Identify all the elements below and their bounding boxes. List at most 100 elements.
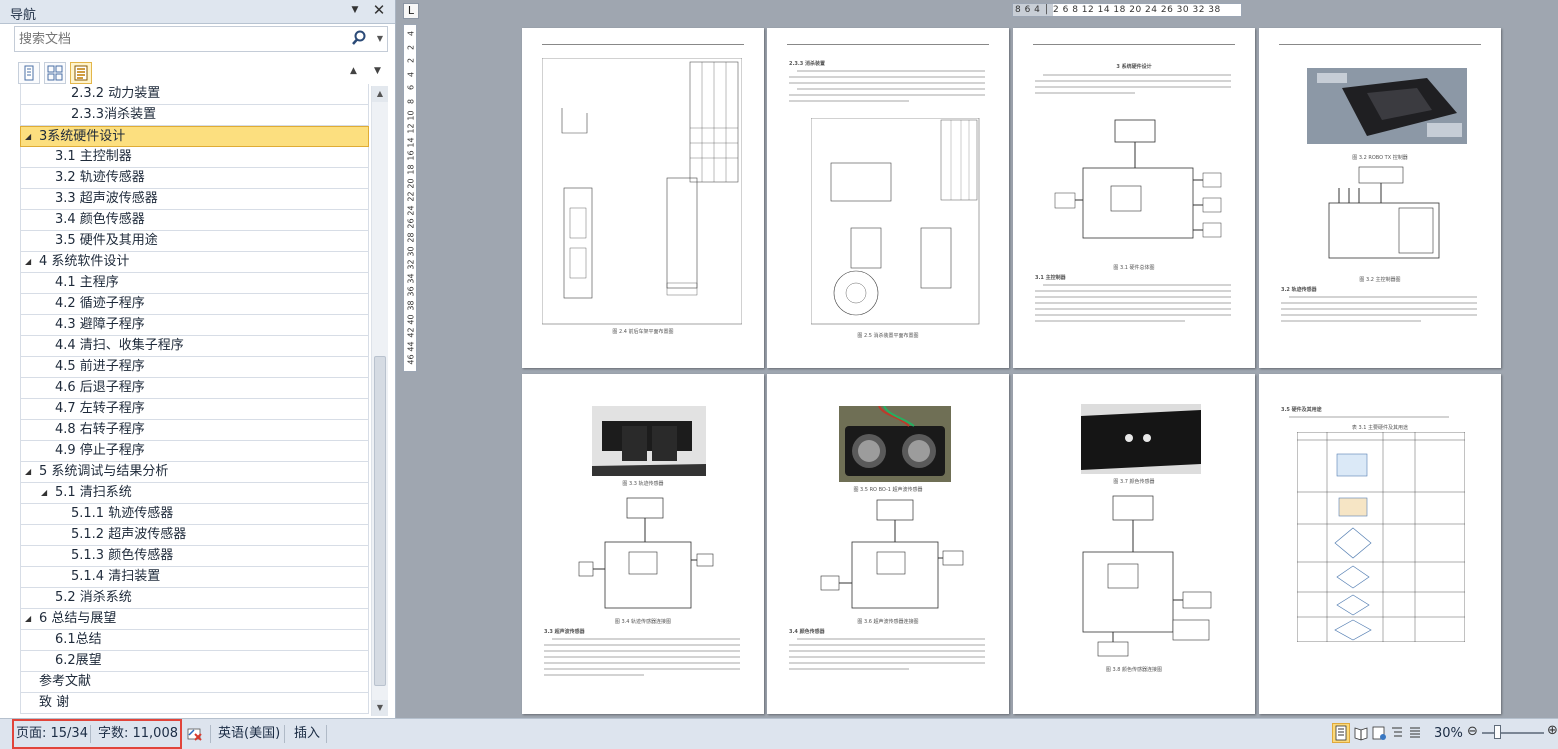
toc-item[interactable]: 3.4 颜色传感器 [20, 210, 369, 231]
page-thumbnail[interactable]: 图 3.7 颜色传感器 图 3.8 颜色传感器连接图 [1013, 374, 1255, 714]
zoom-out-icon[interactable]: ⊖ [1467, 724, 1478, 739]
zoom-slider-thumb[interactable] [1494, 725, 1501, 739]
engineering-drawing [542, 58, 742, 325]
language-indicator[interactable]: 英语(美国) [218, 724, 280, 744]
outline-view-icon [1392, 727, 1402, 737]
print-layout-view-button[interactable] [1332, 723, 1350, 743]
toc-item[interactable]: 4.2 循迹子程序 [20, 294, 369, 315]
proofing-error-icon[interactable] [186, 725, 204, 743]
zoom-slider-track[interactable] [1482, 732, 1544, 734]
toc-item[interactable]: 5.1.4 清扫装置 [20, 567, 369, 588]
status-bar: 页面: 15/34 字数: 11,008 英语(美国) 插入 30% ⊖ ⊕ [0, 718, 1558, 749]
toc-item[interactable]: 4.9 停止子程序 [20, 441, 369, 462]
page-thumbnail[interactable]: 图 3.3 轨迹传感器 图 3.4 轨迹传感器连接图 3.3 超声波传感器 [522, 374, 764, 714]
next-heading-icon[interactable]: ▼ [374, 66, 381, 76]
ruler-tick: 40 [406, 314, 416, 325]
toc-item-label: 6.1总结 [55, 632, 102, 647]
toc-item[interactable]: 5.1.1 轨迹传感器 [20, 504, 369, 525]
ruler-tick: 10 [406, 110, 416, 121]
web-layout-button[interactable] [1370, 723, 1388, 743]
toc-item[interactable]: 5.2 消杀系统 [20, 588, 369, 609]
page-thumbnail[interactable]: 3.5 硬件及其用途 表 3.1 主要硬件及其用途 [1259, 374, 1501, 714]
toc-item[interactable]: 4.3 避障子程序 [20, 315, 369, 336]
toc-item-label: 3.3 超声波传感器 [55, 191, 158, 206]
zoom-level[interactable]: 30% [1434, 724, 1463, 744]
wiring-diagram [1054, 119, 1222, 239]
figure-caption: 图 3.2 主控制器图 [1359, 277, 1401, 283]
toc-item-label: 3.2 轨迹传感器 [55, 170, 145, 185]
toc-item[interactable]: 4.7 左转子程序 [20, 399, 369, 420]
toc-item[interactable]: ◢ 3系统硬件设计 [20, 126, 369, 147]
collapse-triangle-icon[interactable]: ◢ [25, 462, 31, 482]
toc-item[interactable]: ◢ 5 系统调试与结果分析 [20, 462, 369, 483]
section-subheading: 3.4 颜色传感器 [789, 629, 825, 635]
toc-item[interactable]: ◢ 5.1 清扫系统 [20, 483, 369, 504]
toc-item-label: 5 系统调试与结果分析 [39, 464, 169, 479]
ruler-tick: 36 [406, 286, 416, 297]
previous-heading-icon[interactable]: ▲ [350, 66, 357, 76]
toc-item[interactable]: 3.3 超声波传感器 [20, 189, 369, 210]
outline-view-button[interactable] [1388, 723, 1406, 743]
figure-caption: 图 2.5 消杀装置平面布置图 [857, 333, 919, 339]
toc-item[interactable]: 2.3.2 动力装置 [20, 84, 369, 105]
toc-item[interactable]: 4.1 主程序 [20, 273, 369, 294]
toc-item[interactable]: 3.5 硬件及其用途 [20, 231, 369, 252]
page-thumbnail[interactable]: 图 3.5 RO BO-1 超声波传感器 图 3.6 超声波传感器连接图 3.4… [767, 374, 1009, 714]
toc-item[interactable]: 5.1.2 超声波传感器 [20, 525, 369, 546]
document-area[interactable]: 图 2.4 前后车架平面布置图 2.3.3 消杀装置 图 2.5 消杀装置平面布… [420, 18, 1558, 718]
page-thumbnail[interactable]: 3 系统硬件设计 图 3.1 硬件总体图 3.1 主控制器 [1013, 28, 1255, 368]
scroll-thumb[interactable] [374, 356, 386, 686]
zoom-in-icon[interactable]: ⊕ [1547, 723, 1558, 738]
nav-menu-dropdown-icon[interactable]: ▼ [349, 5, 361, 17]
navigation-pane: 导航 ▼ ✕ ▼ [0, 0, 396, 718]
ultrasonic-sensor-photo [839, 406, 951, 482]
page-thumbnail[interactable]: 2.3.3 消杀装置 图 2.5 消杀装置平面布置图 [767, 28, 1009, 368]
toc-item[interactable]: 6.1总结 [20, 630, 369, 651]
insert-mode-indicator[interactable]: 插入 [294, 724, 320, 744]
toc-item[interactable]: 5.1.3 颜色传感器 [20, 546, 369, 567]
ruler-tick: 34 [406, 273, 416, 284]
search-options-chevron-icon[interactable]: ▼ [377, 34, 383, 43]
search-icon[interactable] [351, 30, 367, 48]
toc-item-label: 5.1.1 轨迹传感器 [71, 506, 174, 521]
scroll-up-icon[interactable]: ▲ [372, 86, 388, 102]
page-thumbnail[interactable]: 图 3.2 ROBO TX 控制器 图 3.2 主控制器图 3.2 轨迹传感器 [1259, 28, 1501, 368]
toc-item[interactable]: ◢ 6 总结与展望 [20, 609, 369, 630]
toc-item[interactable]: 4.4 清扫、收集子程序 [20, 336, 369, 357]
page-thumbnail[interactable]: 图 2.4 前后车架平面布置图 [522, 28, 764, 368]
color-sensor-photo [1081, 404, 1201, 474]
toc-item[interactable]: 3.2 轨迹传感器 [20, 168, 369, 189]
collapse-triangle-icon[interactable]: ◢ [25, 609, 31, 629]
page-header [1279, 37, 1481, 45]
headings-view-tab[interactable] [18, 62, 40, 84]
results-view-tab[interactable] [70, 62, 92, 84]
collapse-triangle-icon[interactable]: ◢ [41, 483, 47, 503]
tab-selector-button[interactable]: L [403, 3, 419, 19]
pages-view-tab[interactable] [44, 62, 66, 84]
ruler-tick: 4 [406, 30, 416, 37]
close-icon[interactable]: ✕ [371, 1, 387, 21]
toc-item-label: 4 系统软件设计 [39, 254, 130, 269]
scroll-down-icon[interactable]: ▼ [372, 700, 388, 716]
toc-item[interactable]: 4.8 右转子程序 [20, 420, 369, 441]
search-box[interactable]: ▼ [14, 26, 388, 52]
collapse-triangle-icon[interactable]: ◢ [25, 127, 31, 146]
toc-item[interactable]: 参考文献 [20, 672, 369, 693]
toc-item[interactable]: 4.6 后退子程序 [20, 378, 369, 399]
toc-item[interactable]: 2.3.3消杀装置 [20, 105, 369, 126]
draft-view-button[interactable] [1406, 723, 1424, 743]
toc-item[interactable]: 3.1 主控制器 [20, 147, 369, 168]
toc-item[interactable]: 6.2展望 [20, 651, 369, 672]
print-layout-icon [1335, 725, 1347, 741]
toc-item[interactable]: ◢ 4 系统软件设计 [20, 252, 369, 273]
toc-item-label: 5.1.4 清扫装置 [71, 569, 161, 584]
ruler-tick: 38 [406, 300, 416, 311]
toc-item[interactable]: 4.5 前进子程序 [20, 357, 369, 378]
toc-item[interactable]: 致 谢 [20, 693, 369, 714]
toc-item-label: 参考文献 [39, 674, 92, 689]
nav-scrollbar[interactable]: ▲ ▼ [371, 86, 388, 716]
search-input[interactable] [19, 30, 339, 48]
collapse-triangle-icon[interactable]: ◢ [25, 252, 31, 272]
table-caption: 表 3.1 主要硬件及其用途 [1351, 425, 1409, 431]
full-screen-reading-button[interactable] [1352, 723, 1370, 743]
